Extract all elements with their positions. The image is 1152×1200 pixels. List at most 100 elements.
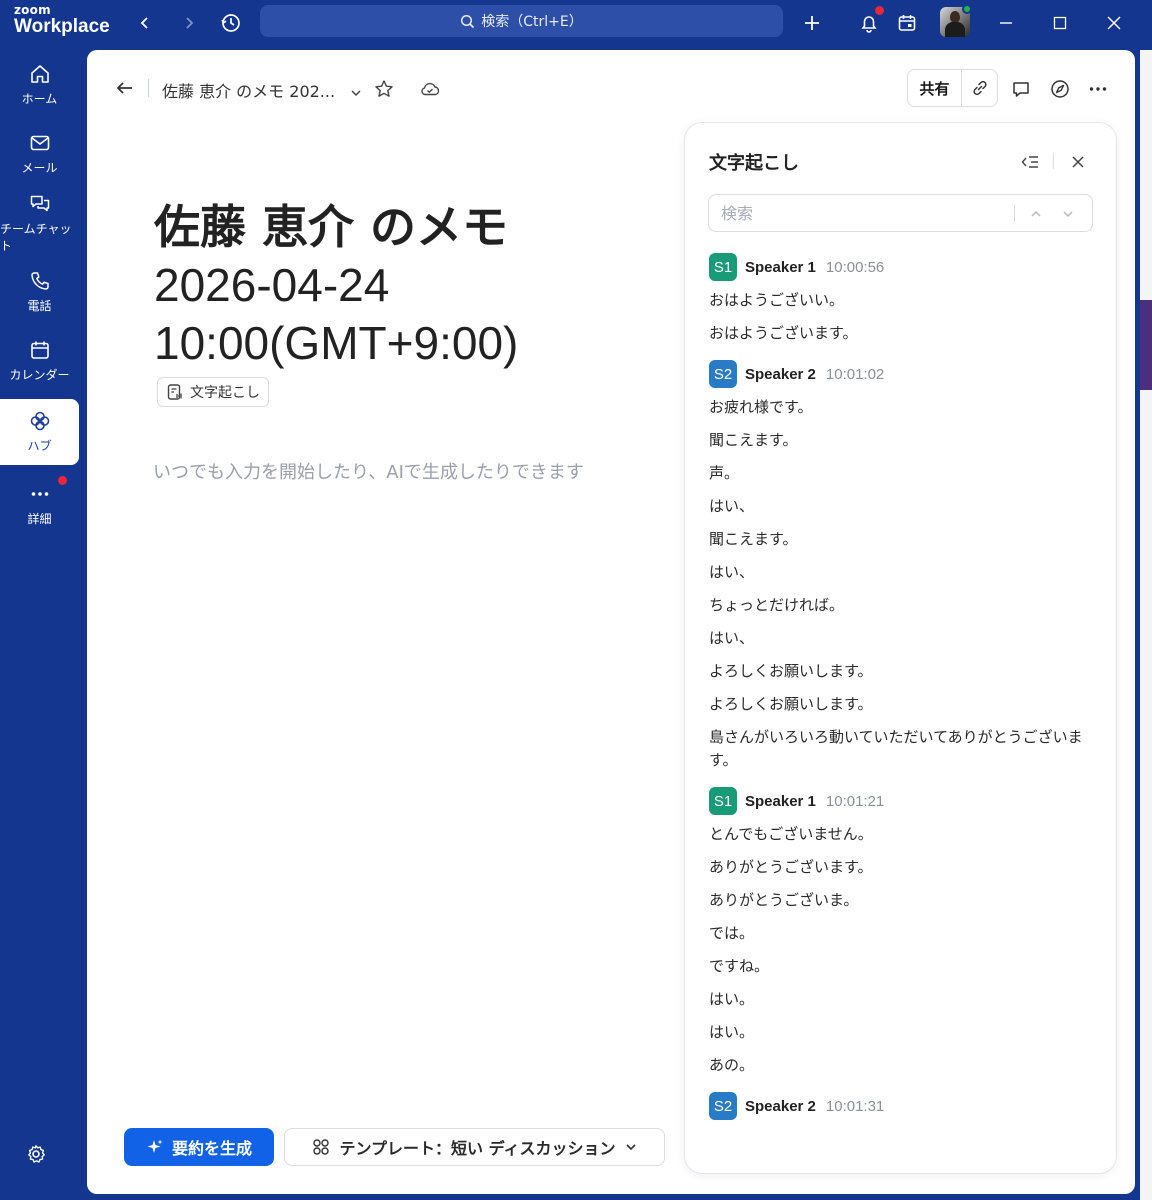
editor-placeholder[interactable]: いつでも入力を開始したり、AIで生成したりできます (153, 458, 584, 484)
close-window-button[interactable] (1101, 10, 1127, 36)
transcript-entry: S2 Speaker 2 10:01:31 (709, 1092, 1094, 1120)
outline-collapse-icon (1021, 156, 1038, 168)
history-button[interactable] (218, 10, 244, 36)
chevron-left-icon (140, 17, 148, 29)
sidebar-item-home[interactable]: ホーム (0, 52, 79, 118)
document-title-dropdown[interactable]: 佐藤 恵介 のメモ 202... (162, 78, 362, 102)
star-icon (375, 80, 393, 97)
sidebar-item-phone[interactable]: 電話 (0, 259, 79, 325)
chevron-down-icon (351, 89, 361, 96)
speaker-timestamp[interactable]: 10:01:21 (826, 793, 884, 810)
transcript-line: おはようございい。 (709, 291, 845, 309)
sync-status-button[interactable] (418, 77, 442, 101)
global-search-input[interactable]: 検索（Ctrl+E） (260, 5, 783, 37)
collapse-panel-button[interactable] (1018, 150, 1042, 174)
transcript-line: はい、 (709, 629, 755, 647)
settings-button[interactable] (23, 1141, 49, 1167)
transcript-line: あの。 (709, 1056, 755, 1074)
comments-button[interactable] (1009, 77, 1033, 101)
minimize-window-button[interactable] (993, 10, 1019, 36)
more-notification-badge (58, 476, 67, 485)
close-icon (1107, 16, 1121, 30)
back-nav-button[interactable] (132, 10, 158, 36)
document-header: 佐藤 恵介 のメモ 202... 共有 (87, 50, 1135, 126)
generate-summary-button[interactable]: 要約を生成 (124, 1128, 274, 1166)
compass-icon (1051, 80, 1069, 98)
zoom-workplace-logo: zoom Workplace (14, 4, 110, 36)
maximize-icon (1053, 16, 1067, 30)
chevron-down-icon (626, 1144, 637, 1151)
transcript-search-input[interactable] (721, 201, 1001, 225)
history-icon (221, 14, 240, 32)
transcript-chip[interactable]: 文字起こし (157, 377, 269, 407)
chevron-up-icon (1031, 210, 1041, 217)
transcript-line: よろしくお願いします。 (709, 695, 873, 713)
phone-icon (30, 272, 49, 290)
logo-big-text: Workplace (14, 16, 110, 37)
maximize-window-button[interactable] (1047, 10, 1073, 36)
transcript-line: 聞こえます。 (709, 530, 798, 548)
document-title[interactable]: 佐藤 恵介 のメモ 2026-04-24 10:00(GMT+9:00) (154, 198, 674, 372)
breadcrumb-title: 佐藤 恵介 のメモ 202... (162, 82, 336, 101)
template-select[interactable]: テンプレート：短い ディスカッション (284, 1128, 665, 1166)
calendar-shortcut-button[interactable] (894, 10, 920, 36)
transcript-chip-label: 文字起こし (190, 385, 260, 401)
title-bar: zoom Workplace 検索（Ctrl+E） (0, 0, 1152, 46)
bell-icon (861, 16, 877, 33)
sidebar-item-label: チームチャット (0, 221, 72, 253)
sidebar-item-hub[interactable]: ハブ (0, 399, 79, 465)
transcript-line: 声。 (709, 464, 740, 482)
title-line-date: 2026-04-24 (154, 259, 390, 311)
header-divider (148, 79, 149, 97)
sidebar-item-calendar[interactable]: カレンダー (0, 328, 79, 394)
online-status-indicator (962, 4, 972, 14)
transcript-line: ちょっとだければ。 (709, 596, 845, 614)
sidebar-item-team-chat[interactable]: チームチャット (0, 190, 79, 256)
transcript-line: ありがとうございます。 (709, 858, 873, 876)
forward-nav-button[interactable] (176, 10, 202, 36)
transcript-line: 聞こえます。 (709, 431, 798, 449)
speaker-badge: S2 (709, 1092, 737, 1120)
minimize-icon (1000, 22, 1012, 24)
hub-icon (30, 411, 49, 431)
transcript-icon (167, 384, 182, 400)
transcript-list[interactable]: S1 Speaker 1 10:00:56 おはようございい。 おはようございま… (709, 253, 1094, 1155)
speaker-timestamp[interactable]: 10:00:56 (826, 259, 884, 276)
generate-summary-label: 要約を生成 (171, 1139, 252, 1158)
mail-icon (30, 135, 49, 151)
search-next-button[interactable] (1059, 205, 1077, 223)
sidebar-item-more[interactable]: 詳細 (0, 472, 79, 538)
transcript-line: ありがとうございま。 (709, 891, 859, 909)
speaker-name: Speaker 2 (745, 365, 816, 383)
transcript-line: おはようございます。 (709, 324, 858, 342)
logo-small-text: zoom (14, 3, 51, 17)
ellipsis-icon (1089, 87, 1107, 91)
explore-button[interactable] (1048, 77, 1072, 101)
arrow-left-icon (116, 82, 132, 94)
transcript-line: はい、 (709, 563, 755, 581)
transcript-line: よろしくお願いします。 (709, 662, 873, 680)
more-icon (31, 492, 48, 496)
template-select-label: テンプレート：短い ディスカッション (339, 1139, 616, 1158)
transcript-line: はい。 (709, 1023, 755, 1041)
search-prev-button[interactable] (1027, 205, 1045, 223)
more-options-button[interactable] (1086, 77, 1110, 101)
link-icon (972, 80, 987, 96)
header-separator (1053, 153, 1054, 169)
speaker-timestamp[interactable]: 10:01:02 (826, 366, 884, 383)
back-button[interactable] (115, 78, 135, 102)
notification-badge (875, 6, 884, 15)
speaker-name: Speaker 2 (745, 1097, 816, 1115)
favorite-button[interactable] (372, 77, 396, 101)
close-icon (1072, 156, 1084, 168)
close-panel-button[interactable] (1066, 150, 1090, 174)
speaker-badge: S1 (709, 253, 737, 281)
new-button[interactable] (799, 10, 825, 36)
calendar-icon (30, 341, 49, 359)
speaker-timestamp[interactable]: 10:01:31 (826, 1098, 884, 1115)
share-button[interactable]: 共有 (908, 70, 962, 106)
sidebar-item-label: 電話 (27, 299, 52, 313)
sidebar-item-mail[interactable]: メール (0, 121, 79, 187)
copy-link-button[interactable] (962, 70, 997, 106)
cloud-check-icon (421, 82, 440, 96)
